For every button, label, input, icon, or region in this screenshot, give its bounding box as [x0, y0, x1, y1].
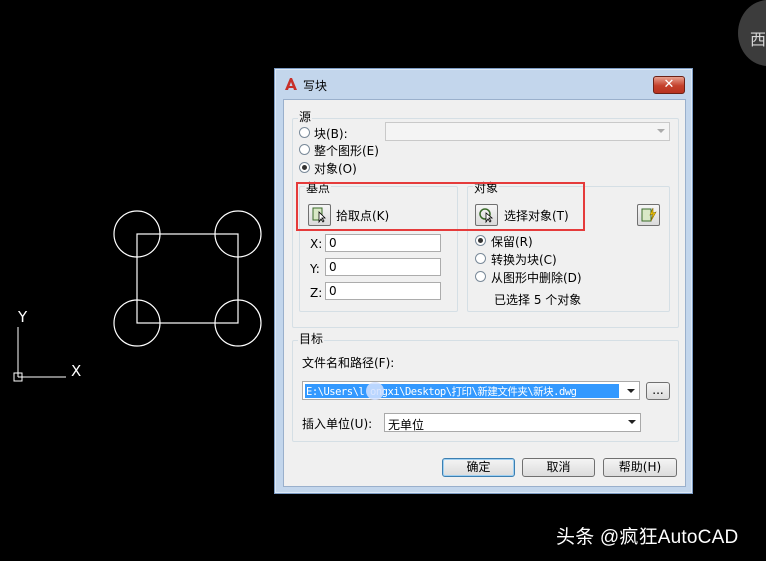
z-coordinate-input[interactable]	[326, 283, 440, 299]
quick-select-icon	[641, 207, 657, 222]
z-coordinate-field[interactable]	[325, 282, 441, 300]
viewcube-direction-label: 西	[750, 30, 766, 49]
radio-objects[interactable]	[299, 162, 310, 173]
insert-units-combo[interactable]: 无单位	[384, 413, 641, 432]
cursor-highlight	[366, 382, 384, 400]
radio-objects-label[interactable]: 对象(O)	[314, 160, 357, 177]
chevron-down-icon	[628, 420, 636, 424]
x-coordinate-field[interactable]	[325, 234, 441, 252]
chevron-down-icon	[657, 129, 665, 133]
radio-convert-to-block-label[interactable]: 转换为块(C)	[491, 251, 557, 268]
ucs-y-label: Y	[17, 308, 28, 326]
cancel-button[interactable]: 取消	[522, 458, 595, 477]
radio-retain[interactable]	[475, 235, 486, 246]
watermark: 头条 @疯狂AutoCAD	[556, 527, 739, 548]
destination-group-title: 目标	[298, 330, 325, 347]
ucs-x-label: X	[71, 362, 81, 380]
radio-retain-label[interactable]: 保留(R)	[491, 233, 533, 250]
radio-block-label[interactable]: 块(B):	[314, 125, 348, 142]
autocad-logo-icon	[285, 78, 297, 90]
radio-delete-from-drawing-label[interactable]: 从图形中删除(D)	[491, 269, 582, 286]
insert-units-label: 插入单位(U):	[302, 417, 373, 431]
chevron-down-icon	[627, 389, 635, 393]
filename-selection: E:\Users\l ongxi\Desktop\打印\新建文件夹\新块.dwg	[305, 384, 619, 398]
y-coordinate-label: Y:	[310, 262, 320, 276]
close-icon: ✕	[663, 77, 675, 92]
radio-block[interactable]	[299, 127, 310, 138]
filename-path-combo[interactable]: E:\Users\l ongxi\Desktop\打印\新建文件夹\新块.dwg	[302, 381, 640, 400]
radio-entire-drawing[interactable]	[299, 144, 310, 155]
y-coordinate-input[interactable]	[326, 259, 440, 275]
dialog-client-area: 源 块(B): 整个图形(E) 对象(O) 基点 拾取点(K) X: Y:	[283, 99, 686, 487]
block-name-combo[interactable]	[385, 122, 670, 141]
close-button[interactable]: ✕	[653, 76, 685, 94]
ucs-icon	[13, 327, 66, 382]
ok-button[interactable]: 确定	[442, 458, 515, 477]
drawing-rectangle[interactable]	[136, 233, 239, 324]
radio-delete-from-drawing[interactable]	[475, 271, 486, 282]
filename-label: 文件名和路径(F):	[302, 356, 395, 370]
browse-button[interactable]: ...	[646, 382, 670, 400]
insert-units-value: 无单位	[388, 418, 425, 432]
radio-convert-to-block[interactable]	[475, 253, 486, 264]
source-group-title: 源	[298, 108, 313, 125]
radio-entire-drawing-label[interactable]: 整个图形(E)	[314, 142, 379, 159]
quick-select-button[interactable]	[637, 204, 660, 226]
y-coordinate-field[interactable]	[325, 258, 441, 276]
x-coordinate-label: X:	[310, 237, 323, 251]
help-button[interactable]: 帮助(H)	[603, 458, 677, 477]
write-block-dialog: 写块 ✕ 源 块(B): 整个图形(E) 对象(O) 基点 拾取点(K) X:	[274, 68, 693, 494]
dialog-titlebar[interactable]: 写块 ✕	[275, 69, 692, 99]
drawing-geometry	[113, 210, 262, 347]
selection-count-status: 已选择 5 个对象	[494, 293, 582, 307]
annotation-highlight-box	[296, 182, 585, 231]
filename-value: E:\Users\l ongxi\Desktop\打印\新建文件夹\新块.dwg	[306, 386, 577, 398]
x-coordinate-input[interactable]	[326, 235, 440, 251]
z-coordinate-label: Z:	[310, 286, 323, 300]
dialog-title: 写块	[303, 79, 328, 93]
